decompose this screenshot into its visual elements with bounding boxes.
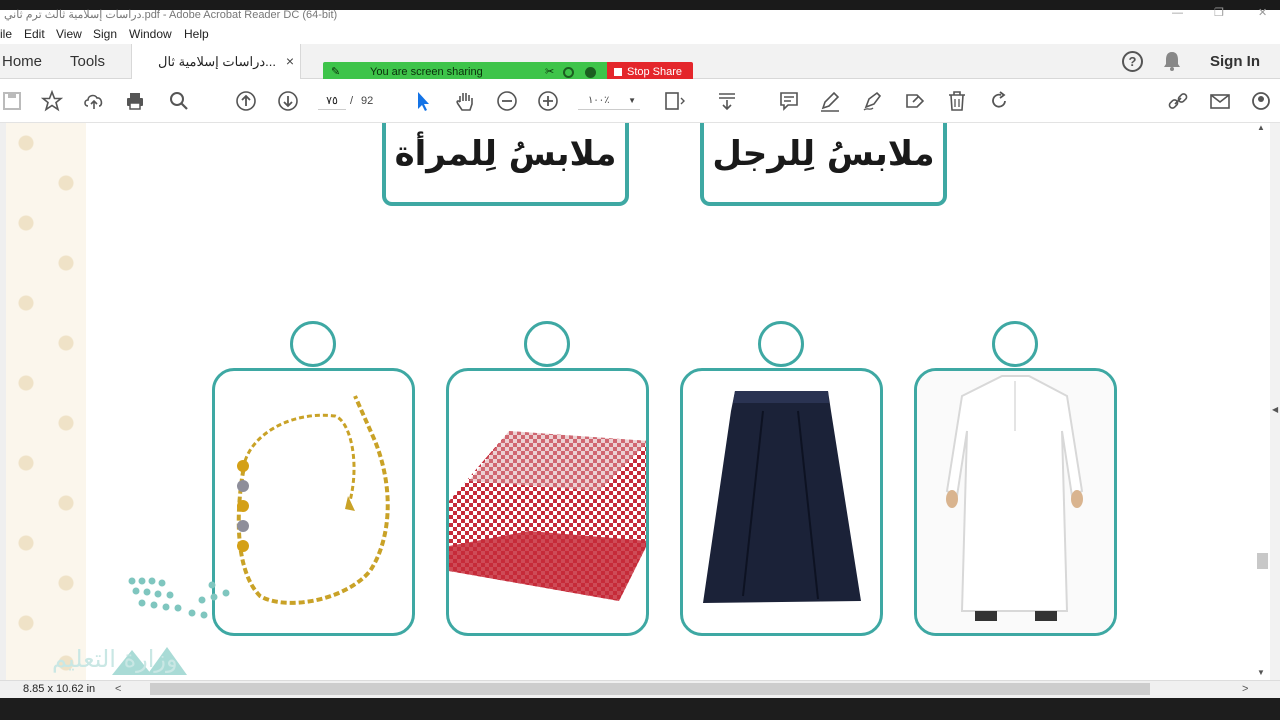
upload-cloud-icon[interactable]	[82, 89, 106, 113]
help-icon[interactable]: ?	[1122, 51, 1143, 72]
vertical-scroll-thumb[interactable]	[1257, 553, 1268, 569]
window-title: دراسات إسلامية ثالث ترم ثاني.pdf - Adobe…	[4, 9, 338, 21]
menu-sign[interactable]: Sign	[93, 24, 117, 44]
close-window-icon[interactable]: ✕	[1258, 8, 1267, 19]
menu-window[interactable]: Window	[129, 24, 172, 44]
scroll-up-icon[interactable]: ▲	[1257, 123, 1265, 132]
bracelet-image	[236, 395, 390, 605]
video-icon[interactable]	[563, 67, 574, 78]
page-size-label: 8.85 x 10.62 in	[23, 683, 96, 695]
tab-document-label: دراسات إسلامية ثال...	[158, 54, 276, 69]
minimize-icon[interactable]: —	[1172, 8, 1183, 19]
skirt-image	[703, 391, 861, 603]
close-tab-icon[interactable]: ×	[286, 44, 294, 79]
sign-pen-icon[interactable]	[860, 89, 884, 113]
logo-text: وزارة التعليم	[52, 645, 178, 673]
taskbar	[0, 698, 1280, 720]
select-cursor-icon[interactable]	[411, 89, 435, 113]
title-bar: دراسات إسلامية ثالث ترم ثاني.pdf - Adobe…	[0, 8, 1280, 24]
vertical-scrollbar[interactable]: ▲ ▼	[1254, 123, 1270, 680]
menu-edit[interactable]: Edit	[24, 24, 45, 44]
stop-share-label: Stop Share	[627, 66, 683, 78]
bookmark-star-icon[interactable]	[40, 89, 64, 113]
hand-tool-icon[interactable]	[453, 89, 477, 113]
toolbar	[0, 79, 1280, 123]
share-user-icon[interactable]	[1250, 89, 1274, 113]
email-icon[interactable]	[1208, 89, 1232, 113]
zoom-select[interactable]: ١٠٠٪ ▼	[578, 92, 640, 110]
tab-document[interactable]: دراسات إسلامية ثال... ×	[131, 44, 301, 80]
expand-panel-icon[interactable]: ◀	[1272, 405, 1278, 414]
delete-trash-icon[interactable]	[945, 89, 969, 113]
shemagh-image	[449, 431, 646, 601]
edit-tag-icon[interactable]	[903, 89, 927, 113]
menu-view[interactable]: View	[56, 24, 82, 44]
zoom-out-icon[interactable]	[495, 89, 519, 113]
right-panel-edge: ◀	[1270, 123, 1280, 683]
zoom-in-icon[interactable]	[536, 89, 560, 113]
answer-circle[interactable]	[758, 321, 804, 367]
page-number-input[interactable]: ٧٥	[318, 92, 346, 110]
scroll-left-icon[interactable]: <	[115, 681, 121, 698]
card-bracelet[interactable]	[212, 368, 415, 636]
zoom-search-icon[interactable]	[167, 89, 191, 113]
sign-in-button[interactable]: Sign In	[1210, 44, 1260, 79]
card-thobe[interactable]	[914, 368, 1117, 636]
card-shemagh[interactable]	[446, 368, 649, 636]
next-page-icon[interactable]	[276, 89, 300, 113]
menu-file[interactable]: ile	[0, 24, 12, 44]
tab-home[interactable]: Home	[2, 44, 42, 79]
rotate-icon[interactable]	[987, 89, 1011, 113]
maximize-icon[interactable]: ❐	[1214, 8, 1224, 19]
highlight-pen-icon[interactable]	[818, 89, 842, 113]
fit-page-icon[interactable]	[662, 89, 686, 113]
print-icon[interactable]	[123, 89, 147, 113]
scroll-down-icon[interactable]: ▼	[1257, 668, 1265, 677]
link-icon[interactable]	[1166, 89, 1190, 113]
thobe-image	[917, 371, 1114, 633]
card-skirt[interactable]	[680, 368, 883, 636]
chevron-down-icon: ▼	[628, 96, 636, 105]
previous-page-icon[interactable]	[234, 89, 258, 113]
scroll-mode-icon[interactable]	[715, 89, 739, 113]
document-page: ملابسُ لِلمرأة ملابسُ لِلرجل وزارة التعل…	[6, 123, 1254, 680]
answer-circle[interactable]	[992, 321, 1038, 367]
page-total: 92	[361, 95, 374, 107]
shield-check-icon	[585, 67, 596, 78]
answer-circle[interactable]	[290, 321, 336, 367]
heading-men-clothes: ملابسُ لِلرجل	[700, 123, 947, 206]
menu-bar: ile Edit View Sign Window Help	[0, 24, 1280, 44]
heading-women-clothes: ملابسُ لِلمرأة	[382, 123, 629, 206]
answer-circle[interactable]	[524, 321, 570, 367]
zoom-value: ١٠٠٪	[588, 95, 610, 106]
horizontal-scroll-thumb[interactable]	[150, 683, 1150, 695]
bell-icon[interactable]	[1162, 50, 1182, 77]
tab-tools[interactable]: Tools	[70, 44, 105, 79]
scroll-right-icon[interactable]: >	[1242, 681, 1248, 698]
menu-help[interactable]: Help	[184, 24, 209, 44]
comment-icon[interactable]	[777, 89, 801, 113]
save-icon[interactable]	[0, 89, 24, 113]
page-separator: /	[350, 95, 354, 107]
